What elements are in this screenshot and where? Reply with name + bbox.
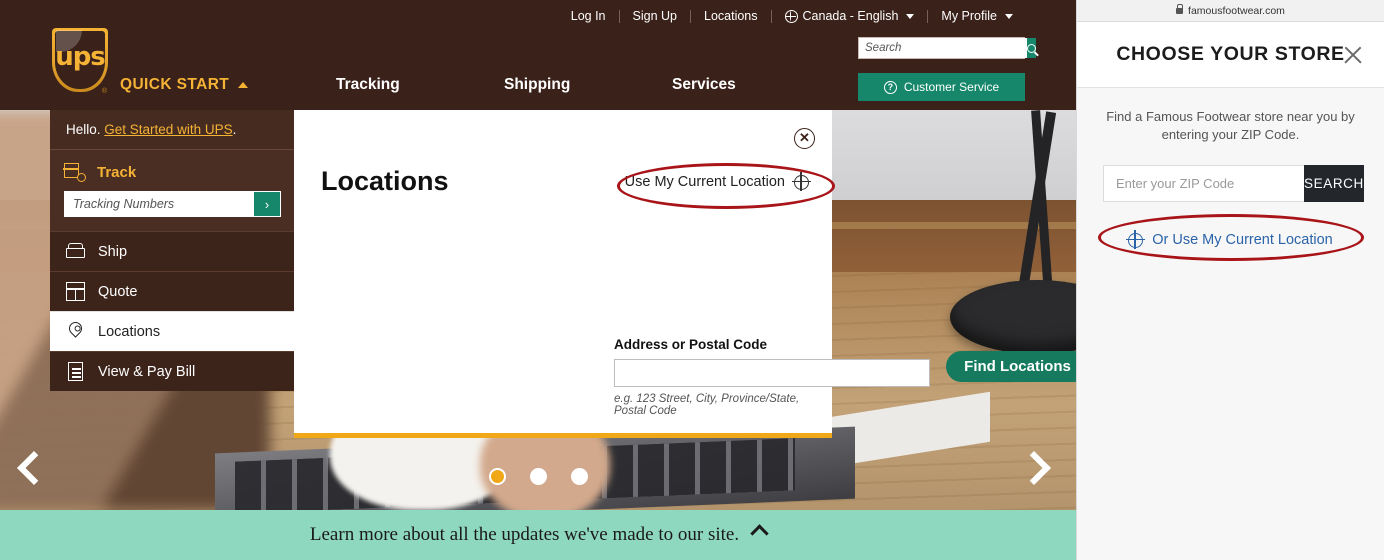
carousel-dot-3[interactable]: [570, 468, 588, 485]
use-my-current-location-link[interactable]: Use My Current Location: [624, 172, 811, 191]
language-label: Canada - English: [802, 9, 899, 23]
carousel-dot-1[interactable]: [488, 468, 506, 485]
ups-header: Log In Sign Up Locations Canada - Englis…: [0, 0, 1076, 110]
map-pin-icon: [66, 319, 85, 341]
search-button[interactable]: [1027, 38, 1036, 58]
nav-services[interactable]: Services: [672, 76, 840, 94]
my-profile-label: My Profile: [941, 9, 997, 23]
search-input[interactable]: [859, 38, 1027, 58]
globe-icon: [784, 9, 798, 23]
header-search: [858, 37, 1036, 59]
get-started-link[interactable]: Get Started with UPS: [104, 122, 232, 137]
ups-website: Log In Sign Up Locations Canada - Englis…: [0, 0, 1076, 560]
banner-text: Learn more about all the updates we've m…: [309, 524, 740, 545]
search-icon: [1027, 43, 1036, 53]
sidebar-item-label: Ship: [98, 243, 128, 260]
address-field-label: Address or Postal Code: [614, 337, 768, 352]
zip-search-row: SEARCH: [1103, 165, 1364, 203]
sidebar-item-view-pay-bill[interactable]: View & Pay Bill: [50, 351, 295, 391]
sidebar-item-locations[interactable]: Locations: [50, 311, 295, 351]
browser-url-bar[interactable]: famousfootwear.com: [1077, 0, 1384, 22]
ups-logo-text: ups: [55, 42, 106, 72]
sidebar-item-quote[interactable]: Quote: [50, 271, 295, 311]
crosshair-icon: [1125, 230, 1145, 250]
main-nav: Tracking Shipping Services: [336, 76, 840, 94]
utility-link-language[interactable]: Canada - English: [772, 9, 928, 23]
sidebar-item-label: Quote: [98, 283, 138, 300]
calculator-icon: [66, 282, 85, 301]
sidebar-item-ship[interactable]: Ship: [50, 231, 295, 271]
choose-store-description: Find a Famous Footwear store near you by…: [1106, 109, 1355, 142]
sidebar-greeting: Hello. Get Started with UPS.: [50, 110, 295, 149]
utility-link-locations[interactable]: Locations: [691, 9, 771, 23]
tracking-numbers-input[interactable]: [65, 192, 254, 216]
use-current-location-label: Or Use My Current Location: [1152, 232, 1333, 249]
chevron-up-icon: [750, 523, 769, 543]
screenshot-root: Log In Sign Up Locations Canada - Englis…: [0, 0, 1384, 560]
or-use-my-current-location-link[interactable]: Or Use My Current Location: [1077, 230, 1384, 250]
ship-box-icon: [66, 242, 85, 261]
track-submit-button[interactable]: ›: [254, 192, 280, 216]
address-or-postal-code-input[interactable]: [614, 359, 930, 387]
utility-nav: Log In Sign Up Locations Canada - Englis…: [558, 9, 1026, 23]
nav-shipping[interactable]: Shipping: [504, 76, 672, 94]
lock-icon: [1176, 3, 1184, 14]
chevron-up-icon: [238, 82, 249, 88]
quick-start-label: QUICK START: [120, 76, 230, 93]
chevron-down-icon: [1005, 13, 1013, 19]
carousel-dot-2[interactable]: [529, 468, 547, 485]
find-locations-button[interactable]: Find Locations: [946, 351, 1076, 382]
choose-store-title: CHOOSE YOUR STORE: [1116, 43, 1345, 65]
utility-link-signup[interactable]: Sign Up: [620, 9, 690, 23]
crosshair-icon: [791, 172, 811, 191]
carousel-dots: [0, 468, 1076, 485]
quick-start-menu[interactable]: QUICK START: [120, 76, 249, 94]
chevron-down-icon: [906, 13, 915, 19]
close-circle-icon[interactable]: ✕: [794, 128, 815, 149]
greeting-suffix: .: [232, 122, 237, 137]
nav-tracking[interactable]: Tracking: [336, 76, 504, 94]
close-icon[interactable]: [1342, 44, 1364, 66]
quick-start-sidebar: Hello. Get Started with UPS. Track › Shi…: [50, 110, 295, 391]
trademark-symbol: ®: [101, 88, 107, 95]
choose-store-header: CHOOSE YOUR STORE: [1077, 22, 1384, 88]
site-updates-banner[interactable]: Learn more about all the updates we've m…: [0, 510, 1076, 560]
utility-link-my-profile[interactable]: My Profile: [928, 9, 1026, 23]
utility-link-login[interactable]: Log In: [558, 9, 619, 23]
sidebar-item-label: View & Pay Bill: [98, 363, 196, 380]
greeting-prefix: Hello.: [66, 122, 101, 137]
locations-panel: ✕ Locations Use My Current Location Addr…: [294, 110, 1076, 438]
page-title: Locations: [321, 166, 449, 196]
use-current-location-label: Use My Current Location: [624, 174, 785, 190]
question-circle-icon: ?: [883, 80, 897, 94]
sidebar-item-label: Locations: [98, 323, 161, 340]
sidebar-track-section: Track ›: [50, 149, 295, 231]
search-button[interactable]: SEARCH: [1304, 165, 1364, 203]
customer-service-button[interactable]: ? Customer Service: [858, 73, 1025, 101]
track-header: Track: [63, 162, 281, 182]
customer-service-label: Customer Service: [903, 80, 1000, 94]
famous-footwear-panel: famousfootwear.com CHOOSE YOUR STORE Fin…: [1076, 0, 1384, 560]
address-field-hint: e.g. 123 Street, City, Province/State, P…: [614, 393, 800, 417]
url-text: famousfootwear.com: [1188, 4, 1285, 17]
ups-logo[interactable]: ups ®: [52, 28, 108, 95]
document-icon: [66, 362, 85, 381]
track-package-icon: [63, 162, 86, 182]
tracking-input-group: ›: [64, 191, 281, 217]
zip-code-input[interactable]: [1103, 165, 1304, 203]
track-label: Track: [97, 163, 137, 181]
